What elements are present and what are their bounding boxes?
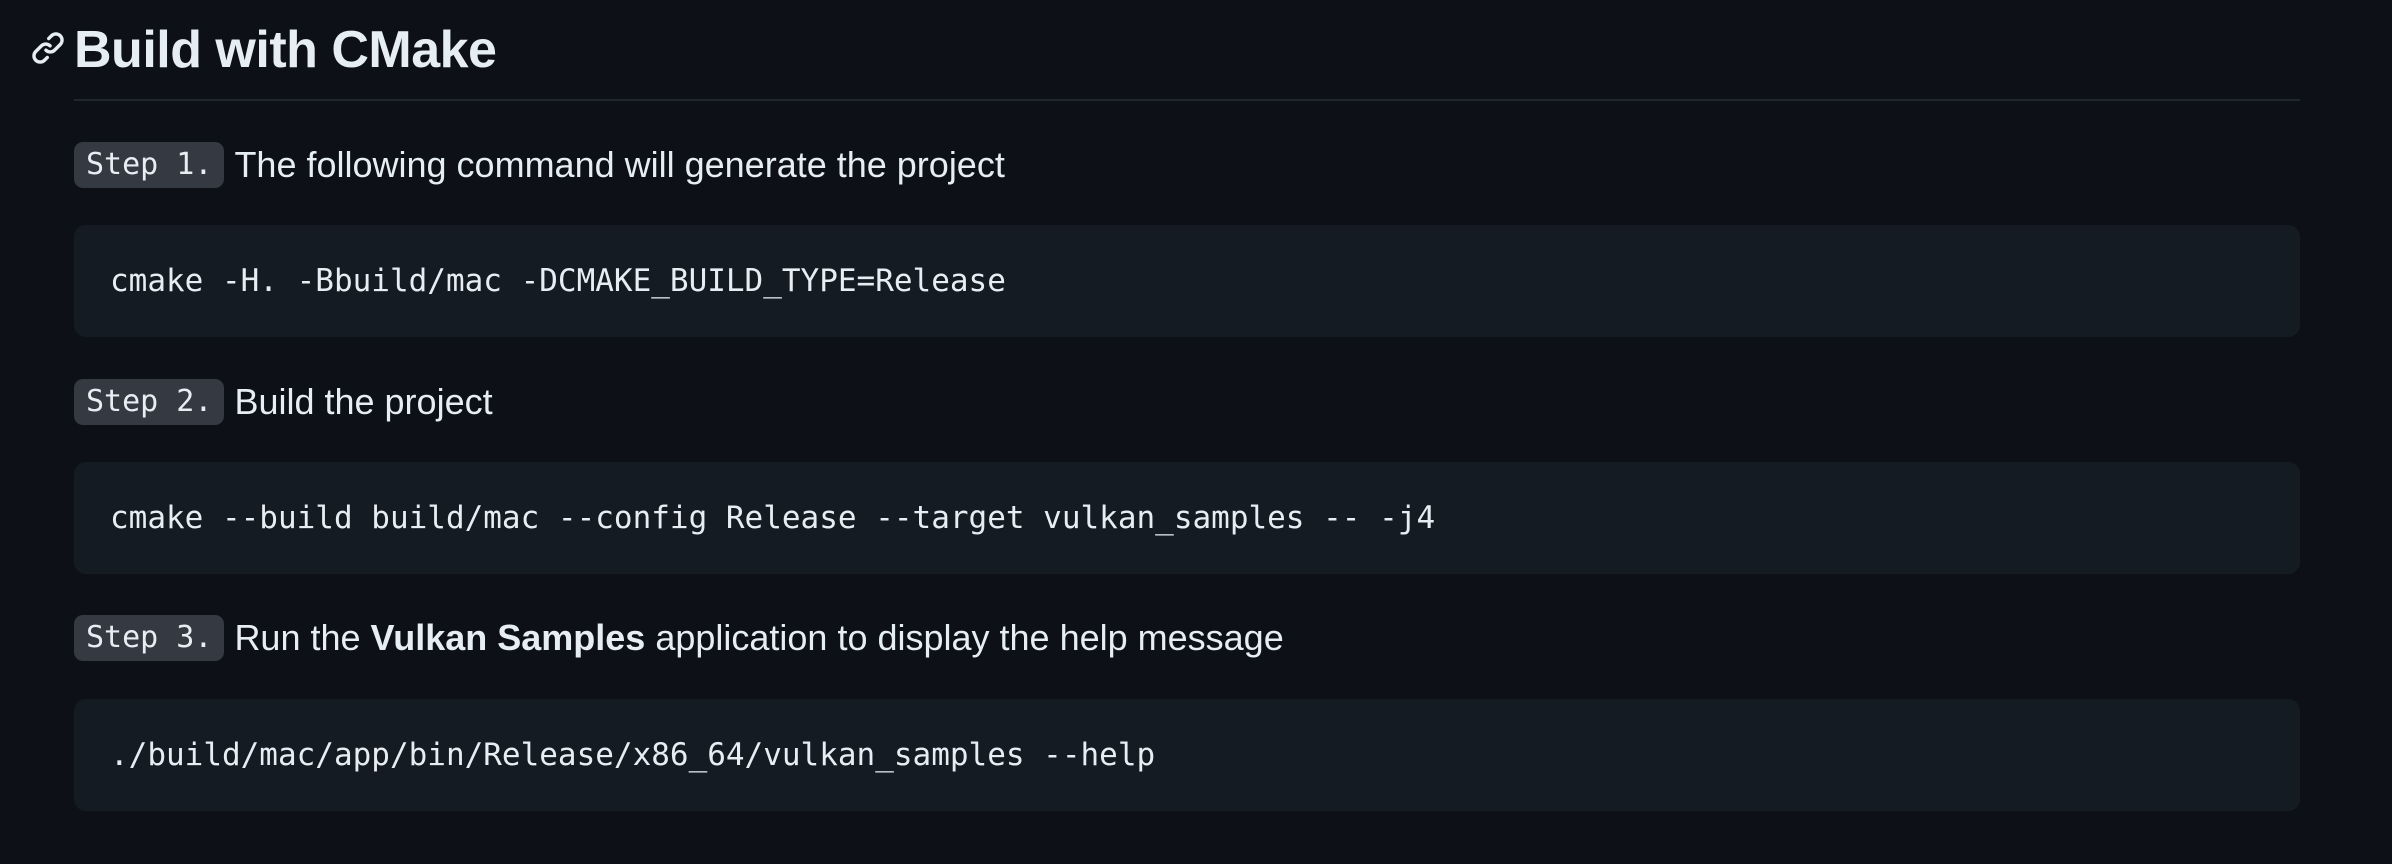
step-3-code-block[interactable]: ./build/mac/app/bin/Release/x86_64/vulka… xyxy=(74,699,2300,811)
step-2-line: Step 2. Build the project xyxy=(74,376,493,428)
link-icon-graphic xyxy=(32,32,64,64)
step-2-badge: Step 2. xyxy=(74,379,225,425)
step-3-text-after: application to display the help message xyxy=(645,617,1284,658)
step-3-text: Run the Vulkan Samples application to di… xyxy=(234,617,1283,659)
step-2-text: Build the project xyxy=(234,381,493,422)
step-1-text: The following command will generate the … xyxy=(234,144,1005,185)
step-3-text-before: Run the xyxy=(234,617,371,658)
page-title: Build with CMake xyxy=(74,21,497,79)
step-1-code-block[interactable]: cmake -H. -Bbuild/mac -DCMAKE_BUILD_TYPE… xyxy=(74,225,2300,337)
step-3-badge: Step 3. xyxy=(74,615,225,661)
link-icon[interactable] xyxy=(30,30,66,66)
heading-divider xyxy=(74,99,2300,101)
step-3-app-name: Vulkan Samples xyxy=(370,617,646,658)
step-1-badge: Step 1. xyxy=(74,142,225,188)
markdown-content: Build with CMake Step 1. The following c… xyxy=(0,0,2392,864)
step-3-line: Step 3. Run the Vulkan Samples applicati… xyxy=(74,612,1284,664)
step-1-line: Step 1. The following command will gener… xyxy=(74,139,1005,191)
step-2-code-block[interactable]: cmake --build build/mac --config Release… xyxy=(74,462,2300,574)
section-heading: Build with CMake xyxy=(0,0,2300,101)
